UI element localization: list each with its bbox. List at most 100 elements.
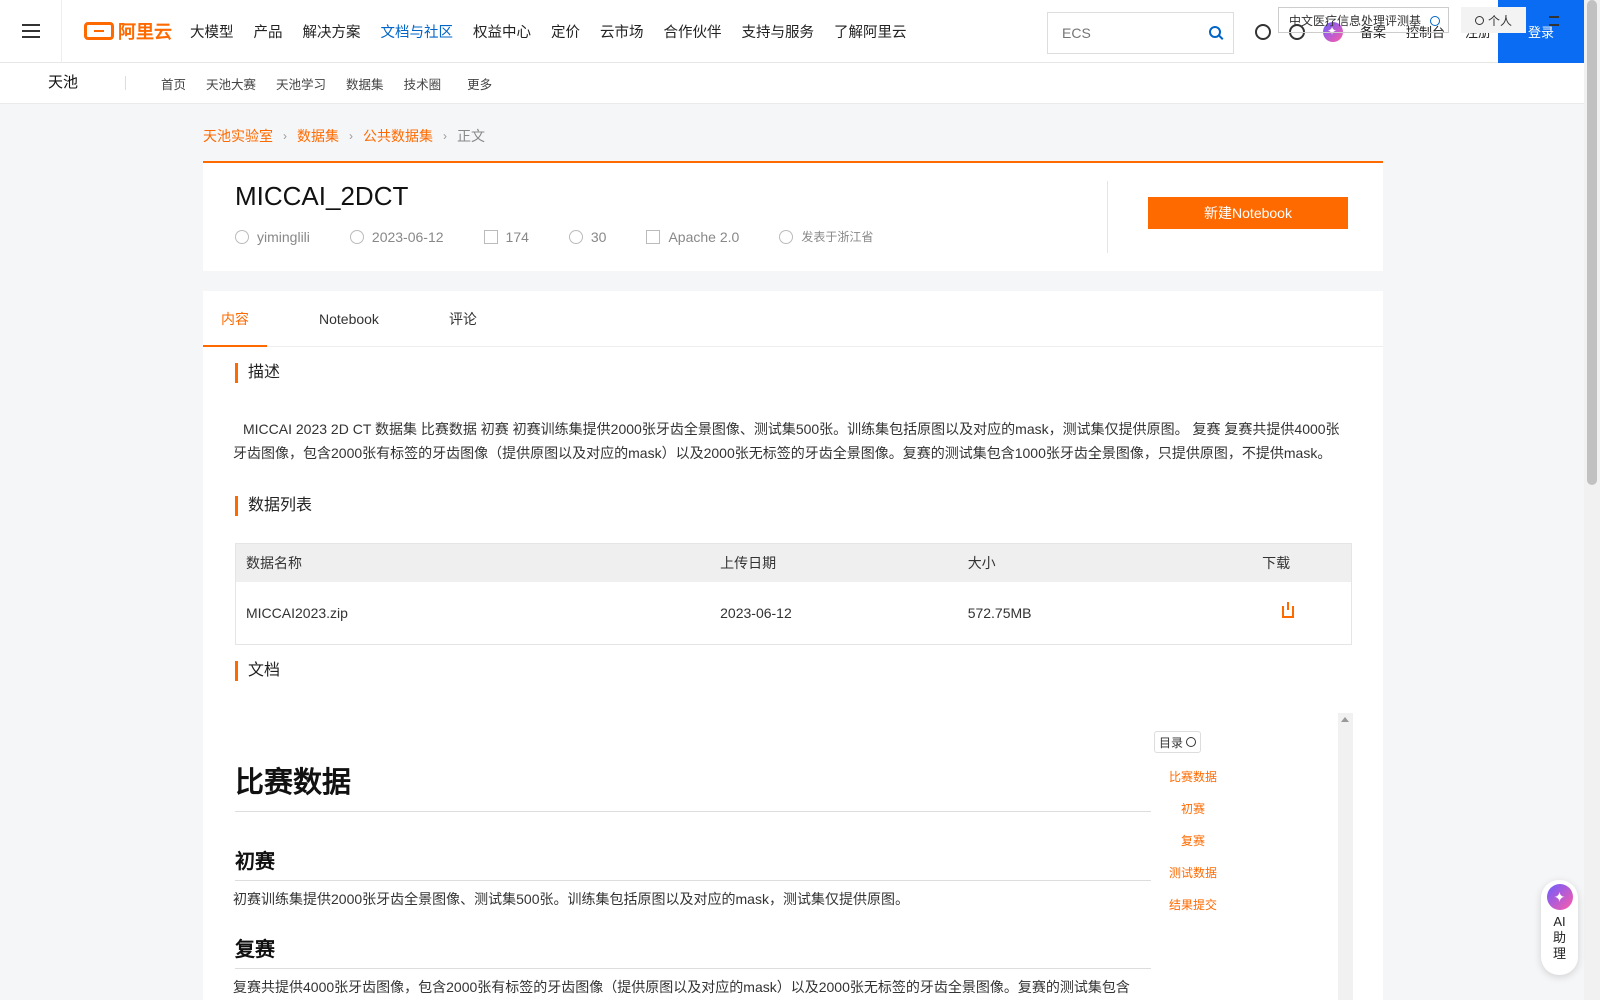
data-table: 数据名称 上传日期 大小 下载 MICCAI2023.zip 2023-06-1… xyxy=(235,543,1352,645)
share-icon xyxy=(568,229,583,244)
chevron-right-icon: › xyxy=(283,129,287,143)
document-icon xyxy=(646,229,661,244)
doc-paragraph-final: 复赛共提供4000张牙齿图像，包含2000张有标签的牙齿图像（提供原图以及对应的… xyxy=(233,979,1130,995)
file-date: 2023-06-12 xyxy=(720,605,792,621)
divider xyxy=(1107,181,1108,253)
doc-title: 比赛数据 xyxy=(235,759,1151,812)
meta-shares: 30 xyxy=(568,228,607,245)
nav-item-marketplace[interactable]: 云市场 xyxy=(600,21,644,42)
subnav-item-more[interactable]: 更多 xyxy=(467,74,492,93)
document-scrollbar[interactable] xyxy=(1338,713,1353,1000)
nav-item-products[interactable]: 产品 xyxy=(254,21,283,42)
license: Apache 2.0 xyxy=(668,228,740,245)
nav-item-benefits[interactable]: 权益中心 xyxy=(473,21,531,42)
toc-item-prelim[interactable]: 初赛 xyxy=(1163,801,1223,833)
meta-author: yiminglili xyxy=(235,229,310,245)
breadcrumb-lab[interactable]: 天池实验室 xyxy=(203,126,273,146)
content-panel: 描述 MICCAI 2023 2D CT 数据集 比赛数据 初赛 初赛训练集提供… xyxy=(203,347,1383,1000)
nav-item-solutions[interactable]: 解决方案 xyxy=(303,21,361,42)
toc-item-final[interactable]: 复赛 xyxy=(1163,833,1223,865)
download-icon[interactable] xyxy=(1282,602,1295,618)
top-search-box[interactable] xyxy=(1047,12,1234,54)
dataset-header: MICCAI_2DCT yiminglili 2023-06-12 174 30… xyxy=(203,161,1383,271)
breadcrumb-current: 正文 xyxy=(457,128,485,144)
tab-notebook[interactable]: Notebook xyxy=(301,291,397,347)
col-header-size: 大小 xyxy=(967,555,996,571)
meta-date: 2023-06-12 xyxy=(349,229,444,245)
toc-item-competition-data[interactable]: 比赛数据 xyxy=(1163,769,1223,801)
ai-helper-label: AI助理 xyxy=(1552,914,1566,961)
search-icon[interactable] xyxy=(1430,16,1440,26)
chevron-right-icon: › xyxy=(349,129,353,143)
dashboard-icon[interactable] xyxy=(1255,24,1271,40)
top-search-input[interactable] xyxy=(1062,25,1192,41)
sub-nav: 天池 首页 天池大赛 天池学习 数据集 技术圈 更多 xyxy=(0,63,1584,104)
author-name[interactable]: yiminglili xyxy=(257,229,310,245)
meta-location: 发表于浙江省 xyxy=(779,228,873,245)
search-icon[interactable] xyxy=(1209,26,1221,38)
doc-paragraph-prelim: 初赛训练集提供2000张牙齿全景图像、测试集500张。训练集包括原图以及对应的m… xyxy=(233,891,909,907)
breadcrumb: 天池实验室 › 数据集 › 公共数据集 › 正文 xyxy=(203,126,485,146)
table-header: 数据名称 上传日期 大小 下载 xyxy=(236,544,1351,582)
meta-downloads: 174 xyxy=(483,228,529,245)
toc-toggle[interactable]: 目录 xyxy=(1154,731,1202,753)
subnav-item-home[interactable]: 首页 xyxy=(161,74,186,93)
location: 发表于浙江省 xyxy=(801,230,874,244)
breadcrumb-public-datasets[interactable]: 公共数据集 xyxy=(363,126,433,146)
scroll-up-icon[interactable] xyxy=(1341,717,1349,722)
user-icon xyxy=(235,229,249,244)
document-heading: 文档 xyxy=(235,661,280,681)
new-notebook-button[interactable]: 新建Notebook xyxy=(1148,197,1348,229)
chevron-right-icon: › xyxy=(443,129,447,143)
download-cell xyxy=(1262,602,1351,621)
switch-icon[interactable] xyxy=(1549,16,1559,26)
main-nav: 大模型 产品 解决方案 文档与社区 权益中心 定价 云市场 合作伙伴 支持与服务… xyxy=(190,21,907,42)
page-scrollbar[interactable] xyxy=(1584,0,1600,1000)
nav-item-docs-community[interactable]: 文档与社区 xyxy=(381,21,454,42)
subnav-item-tech-circle[interactable]: 技术圈 xyxy=(404,74,442,93)
nav-item-about[interactable]: 了解阿里云 xyxy=(834,21,907,42)
toc-item-submission[interactable]: 结果提交 xyxy=(1163,897,1223,929)
ai-sparkle-icon: ✦ xyxy=(1546,884,1573,910)
download-count-icon xyxy=(483,229,498,244)
col-header-date: 上传日期 xyxy=(720,555,777,571)
clock-icon xyxy=(349,229,364,244)
description-heading: 描述 xyxy=(235,363,280,383)
nav-item-pricing[interactable]: 定价 xyxy=(551,21,580,42)
logo-text: 阿里云 xyxy=(118,22,172,42)
nav-item-llm[interactable]: 大模型 xyxy=(190,21,234,42)
document-viewer: 比赛数据 初赛 初赛训练集提供2000张牙齿全景图像、测试集500张。训练集包括… xyxy=(233,713,1353,1000)
toc-label: 目录 xyxy=(1159,735,1184,750)
sub-search-input[interactable]: 中文医疗信息处理评测基 xyxy=(1278,7,1449,33)
description-text: MICCAI 2023 2D CT 数据集 比赛数据 初赛 初赛训练集提供200… xyxy=(233,421,1340,461)
col-header-download: 下载 xyxy=(1262,555,1291,571)
menu-icon[interactable] xyxy=(0,0,62,63)
toc-item-test-data[interactable]: 测试数据 xyxy=(1163,865,1223,897)
doc-heading-final: 复赛 xyxy=(235,933,1151,969)
tianchi-brand[interactable]: 天池 xyxy=(48,75,126,90)
nav-item-partners[interactable]: 合作伙伴 xyxy=(664,21,722,42)
dataset-title: MICCAI_2DCT xyxy=(235,181,409,211)
content-tabs: 内容 Notebook 评论 xyxy=(203,291,1383,347)
nav-item-support[interactable]: 支持与服务 xyxy=(742,21,815,42)
aliyun-logo[interactable]: 阿里云 xyxy=(84,18,172,44)
sub-search-value: 中文医疗信息处理评测基 xyxy=(1289,13,1422,28)
file-name: MICCAI2023.zip xyxy=(246,605,348,621)
toc-list: 比赛数据 初赛 复赛 测试数据 结果提交 xyxy=(1163,769,1223,929)
tab-content[interactable]: 内容 xyxy=(203,291,267,347)
dataset-meta: yiminglili 2023-06-12 174 30 Apache 2.0 … xyxy=(235,228,913,245)
table-row: MICCAI2023.zip 2023-06-12 572.75MB xyxy=(236,582,1351,644)
col-header-name: 数据名称 xyxy=(246,555,302,571)
subnav-item-datasets[interactable]: 数据集 xyxy=(346,74,384,93)
share-count: 30 xyxy=(590,228,607,245)
subnav-item-competition[interactable]: 天池大赛 xyxy=(206,74,256,93)
data-list-heading: 数据列表 xyxy=(235,496,312,516)
ai-helper-button[interactable]: ✦ AI助理 xyxy=(1541,880,1578,975)
tab-comments[interactable]: 评论 xyxy=(431,291,495,347)
subnav-item-learning[interactable]: 天池学习 xyxy=(276,74,326,93)
personal-button[interactable]: 个人 xyxy=(1461,7,1526,33)
breadcrumb-datasets[interactable]: 数据集 xyxy=(297,126,339,146)
download-count: 174 xyxy=(505,228,529,245)
meta-license: Apache 2.0 xyxy=(646,229,739,245)
scrollbar-thumb[interactable] xyxy=(1587,0,1597,485)
